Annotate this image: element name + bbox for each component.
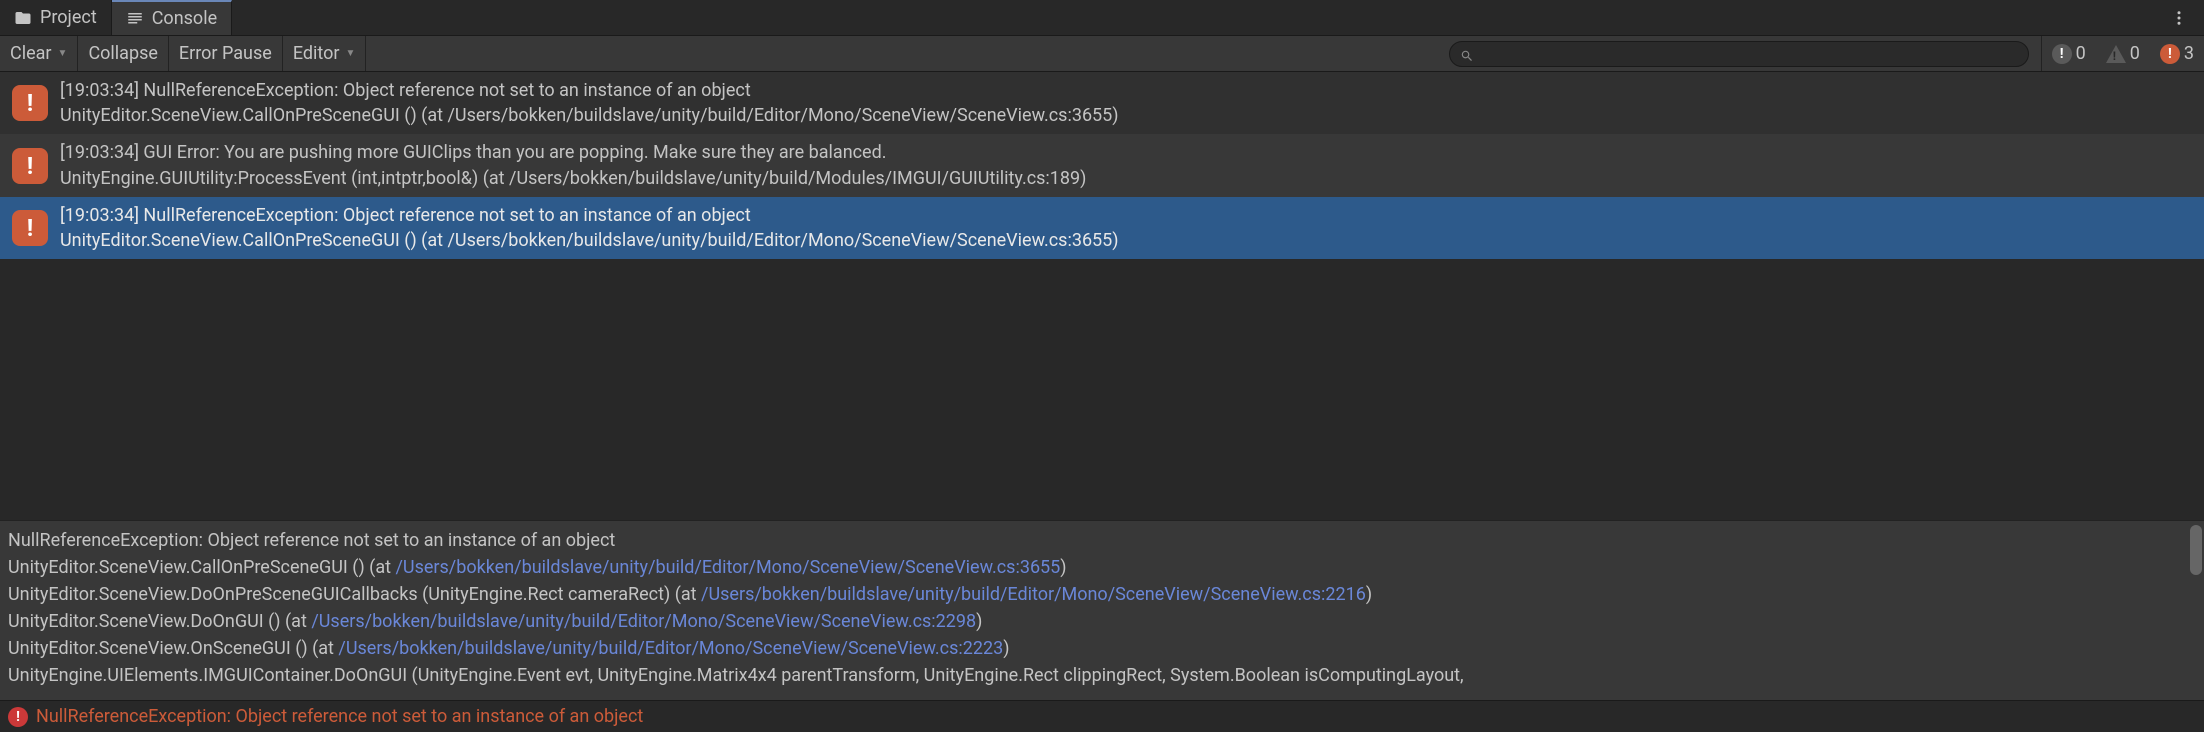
search-input[interactable] — [1480, 44, 2018, 63]
chevron-down-icon: ▼ — [345, 48, 355, 59]
info-icon: ! — [2052, 44, 2072, 64]
editor-label: Editor — [293, 43, 340, 64]
search-box[interactable] — [1449, 41, 2029, 67]
detail-line: UnityEditor.SceneView.CallOnPreSceneGUI … — [8, 554, 2196, 581]
log-line1: [19:03:34] NullReferenceException: Objec… — [60, 78, 1119, 103]
log-line2: UnityEditor.SceneView.CallOnPreSceneGUI … — [60, 103, 1119, 128]
detail-line: NullReferenceException: Object reference… — [8, 527, 2196, 554]
search-icon — [1460, 47, 1474, 61]
scrollbar-thumb[interactable] — [2190, 525, 2202, 575]
warning-counter[interactable]: 0 — [2096, 36, 2150, 71]
tab-project-label: Project — [40, 7, 97, 28]
tab-project[interactable]: Project — [0, 0, 112, 35]
tabs-bar: Project Console — [0, 0, 2204, 36]
log-text: [19:03:34] GUI Error: You are pushing mo… — [60, 140, 1086, 190]
tab-console[interactable]: Console — [112, 0, 232, 35]
editor-dropdown[interactable]: Editor ▼ — [283, 36, 367, 71]
error-icon: ! — [12, 148, 48, 184]
folder-icon — [14, 9, 32, 27]
detail-line: UnityEditor.SceneView.DoOnPreSceneGUICal… — [8, 581, 2196, 608]
error-count: 3 — [2184, 43, 2194, 64]
error-icon: ! — [12, 85, 48, 121]
stacktrace-link[interactable]: /Users/bokken/buildslave/unity/build/Edi… — [701, 584, 1366, 605]
detail-line: UnityEngine.UIElements.IMGUIContainer.Do… — [8, 662, 2196, 689]
empty-area — [0, 259, 2204, 520]
collapse-button[interactable]: Collapse — [78, 36, 168, 71]
log-list: ! [19:03:34] NullReferenceException: Obj… — [0, 72, 2204, 259]
chevron-down-icon: ▼ — [58, 48, 68, 59]
log-row[interactable]: ! [19:03:34] NullReferenceException: Obj… — [0, 197, 2204, 259]
warning-icon — [2106, 45, 2126, 63]
log-text: [19:03:34] NullReferenceException: Objec… — [60, 78, 1119, 128]
log-row[interactable]: ! [19:03:34] GUI Error: You are pushing … — [0, 134, 2204, 196]
error-counter[interactable]: ! 3 — [2150, 36, 2204, 71]
detail-panel[interactable]: ▲ NullReferenceException: Object referen… — [0, 520, 2204, 700]
log-line1: [19:03:34] NullReferenceException: Objec… — [60, 203, 1119, 228]
stacktrace-link[interactable]: /Users/bokken/buildslave/unity/build/Edi… — [311, 611, 976, 632]
error-icon: ! — [8, 707, 28, 727]
log-line1: [19:03:34] GUI Error: You are pushing mo… — [60, 140, 1086, 165]
log-counters: ! 0 0 ! 3 — [2041, 36, 2204, 71]
log-line2: UnityEditor.SceneView.CallOnPreSceneGUI … — [60, 228, 1119, 253]
clear-label: Clear — [10, 43, 52, 64]
info-count: 0 — [2076, 43, 2086, 64]
console-toolbar: Clear ▼ Collapse Error Pause Editor ▼ ! … — [0, 36, 2204, 72]
collapse-label: Collapse — [88, 43, 157, 64]
detail-line: UnityEditor.SceneView.DoOnGUI () (at /Us… — [8, 608, 2196, 635]
error-pause-label: Error Pause — [179, 43, 272, 64]
info-counter[interactable]: ! 0 — [2042, 36, 2096, 71]
warning-count: 0 — [2130, 43, 2140, 64]
status-bar[interactable]: ! NullReferenceException: Object referen… — [0, 700, 2204, 732]
error-icon: ! — [12, 210, 48, 246]
log-text: [19:03:34] NullReferenceException: Objec… — [60, 203, 1119, 253]
error-pause-button[interactable]: Error Pause — [169, 36, 283, 71]
tab-console-label: Console — [152, 8, 217, 29]
log-row[interactable]: ! [19:03:34] NullReferenceException: Obj… — [0, 72, 2204, 134]
stacktrace-link[interactable]: /Users/bokken/buildslave/unity/build/Edi… — [395, 557, 1060, 578]
error-icon: ! — [2160, 44, 2180, 64]
detail-line: UnityEditor.SceneView.OnSceneGUI () (at … — [8, 635, 2196, 662]
log-line2: UnityEngine.GUIUtility:ProcessEvent (int… — [60, 166, 1086, 191]
console-icon — [126, 10, 144, 28]
kebab-menu-icon[interactable] — [2154, 0, 2204, 35]
status-text: NullReferenceException: Object reference… — [36, 706, 643, 727]
clear-button[interactable]: Clear ▼ — [0, 36, 78, 71]
stacktrace-link[interactable]: /Users/bokken/buildslave/unity/build/Edi… — [338, 638, 1003, 659]
